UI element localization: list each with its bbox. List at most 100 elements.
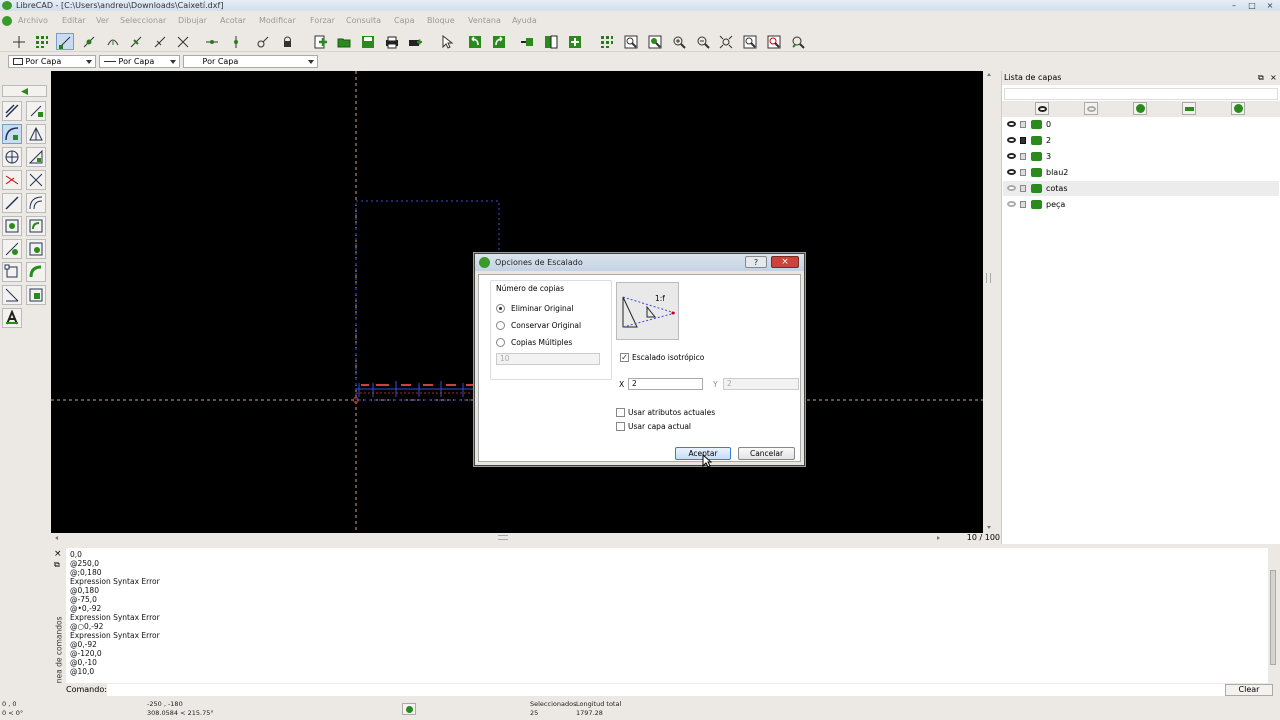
snap-endpoint-icon[interactable] [56, 33, 74, 50]
redo-icon[interactable] [490, 33, 508, 50]
tool-stretch-icon[interactable] [2, 216, 22, 236]
unlocked-icon[interactable] [1020, 185, 1026, 192]
cancel-button[interactable]: Cancelar [738, 447, 795, 460]
tool-arcs-icon[interactable] [2, 124, 22, 144]
unlocked-icon[interactable] [1020, 121, 1026, 128]
float-panel-icon[interactable]: ⧉ [54, 560, 60, 570]
snap-distance-icon[interactable] [151, 33, 169, 50]
menu-ayuda[interactable]: Ayuda [512, 16, 537, 25]
printer-icon[interactable] [1031, 168, 1042, 177]
add-layer-icon[interactable] [1133, 102, 1147, 115]
printer-icon[interactable] [1031, 152, 1042, 161]
tool-rotate-icon[interactable] [26, 216, 46, 236]
tool-scale-icon[interactable] [26, 147, 46, 167]
app-menu-icon[interactable] [2, 16, 12, 26]
hidden-eye-icon[interactable] [1007, 201, 1016, 207]
multiple-copies-label[interactable]: Copias Múltiples [511, 338, 572, 347]
snap-grid-icon[interactable] [33, 33, 51, 50]
save-file-icon[interactable] [359, 33, 377, 50]
printer-icon[interactable] [1031, 120, 1042, 129]
hide-all-layers-icon[interactable] [1084, 102, 1098, 115]
float-panel-icon[interactable]: ⧉ [1258, 71, 1264, 85]
tool-cross-icon[interactable] [26, 170, 46, 190]
isotropic-label[interactable]: Escalado isotrópico [632, 353, 704, 362]
menu-ver[interactable]: Ver [96, 16, 109, 25]
menu-capa[interactable]: Capa [394, 16, 414, 25]
print-icon[interactable] [383, 33, 401, 50]
scrollbar-grip[interactable] [498, 535, 508, 540]
zoom-previous-icon[interactable] [741, 33, 759, 50]
layer-row[interactable]: 3 [1003, 149, 1279, 164]
snap-free-icon[interactable] [10, 33, 28, 50]
tool-offset-icon[interactable] [26, 193, 46, 213]
tool-triangle-icon[interactable] [26, 124, 46, 144]
canvas-horizontal-scrollbar[interactable] [51, 533, 971, 543]
current-layer-checkbox[interactable] [616, 422, 625, 431]
tool-block-icon[interactable] [26, 285, 46, 305]
scroll-down-icon[interactable] [987, 526, 991, 529]
clear-button[interactable]: Clear [1225, 684, 1273, 696]
layer-row[interactable]: peça [1003, 197, 1279, 212]
menu-modificar[interactable]: Modificar [259, 16, 296, 25]
menu-forzar[interactable]: Forzar [310, 16, 335, 25]
printer-icon[interactable] [1031, 200, 1042, 209]
unlocked-icon[interactable] [1020, 153, 1026, 160]
open-file-icon[interactable] [335, 33, 353, 50]
tool-dimension-icon[interactable] [2, 285, 22, 305]
current-attributes-label[interactable]: Usar atributos actuales [628, 408, 715, 417]
scrollbar-thumb[interactable] [1270, 570, 1276, 665]
menu-seleccionar[interactable]: Seleccionar [120, 16, 166, 25]
tool-rectangle-icon[interactable] [2, 262, 22, 282]
canvas-vertical-scrollbar[interactable] [984, 71, 994, 533]
x-factor-input[interactable]: 2 [628, 378, 703, 390]
snap-center-icon[interactable] [104, 33, 122, 50]
undo-icon[interactable] [466, 33, 484, 50]
new-file-icon[interactable] [311, 33, 329, 50]
close-panel-icon[interactable]: × [54, 549, 62, 559]
visible-eye-icon[interactable] [1007, 121, 1016, 127]
toggle-grid-icon[interactable] [598, 33, 616, 50]
tool-lines-icon[interactable] [2, 101, 22, 121]
printer-icon[interactable] [1031, 184, 1042, 193]
zoom-pan-icon[interactable] [789, 33, 807, 50]
lock-relative-zero-icon[interactable] [278, 33, 296, 50]
tool-bevel-icon[interactable] [26, 239, 46, 259]
zoom-selection-icon[interactable] [765, 33, 783, 50]
y-factor-input[interactable]: 2 [723, 378, 799, 390]
linetype-combo[interactable]: Por Capa [99, 55, 180, 68]
dialog-close-button[interactable]: × [771, 256, 799, 268]
current-attributes-checkbox[interactable] [616, 408, 625, 417]
copy-icon[interactable] [542, 33, 560, 50]
linewidth-combo[interactable]: Por Capa [183, 55, 318, 68]
current-layer-label[interactable]: Usar capa actual [628, 422, 691, 431]
command-input[interactable] [107, 684, 1267, 696]
tool-mirror-icon[interactable] [2, 239, 22, 259]
relative-zero-icon[interactable] [254, 33, 272, 50]
minimize-button[interactable]: – [1228, 1, 1240, 10]
keep-original-label[interactable]: Conservar Original [511, 321, 581, 330]
menu-dibujar[interactable]: Dibujar [178, 16, 207, 25]
visible-eye-icon[interactable] [1007, 153, 1016, 159]
tool-trim-icon[interactable] [2, 170, 22, 190]
menu-archivo[interactable]: Archivo [18, 16, 48, 25]
layer-row[interactable]: cotas [1003, 181, 1279, 196]
menu-consulta[interactable]: Consulta [346, 16, 381, 25]
hidden-eye-icon[interactable] [1007, 185, 1016, 191]
tool-move-rotate-icon[interactable] [26, 262, 46, 282]
color-combo[interactable]: Por Capa [8, 55, 96, 68]
close-button[interactable]: × [1264, 1, 1276, 10]
close-panel-icon[interactable]: × [1270, 71, 1277, 85]
select-pointer-icon[interactable] [438, 33, 456, 50]
snap-middle-icon[interactable] [127, 33, 145, 50]
multiple-copies-radio[interactable] [496, 338, 505, 347]
unlocked-icon[interactable] [1020, 201, 1026, 208]
unlocked-icon[interactable] [1020, 169, 1026, 176]
back-button[interactable] [2, 85, 47, 97]
snap-on-entity-icon[interactable] [80, 33, 98, 50]
snap-intersection-icon[interactable] [174, 33, 192, 50]
scroll-right-icon[interactable] [937, 536, 940, 540]
keep-original-radio[interactable] [496, 321, 505, 330]
print-preview-icon[interactable] [406, 33, 424, 50]
tool-text-icon[interactable] [2, 308, 22, 328]
restrict-vertical-icon[interactable] [227, 33, 245, 50]
